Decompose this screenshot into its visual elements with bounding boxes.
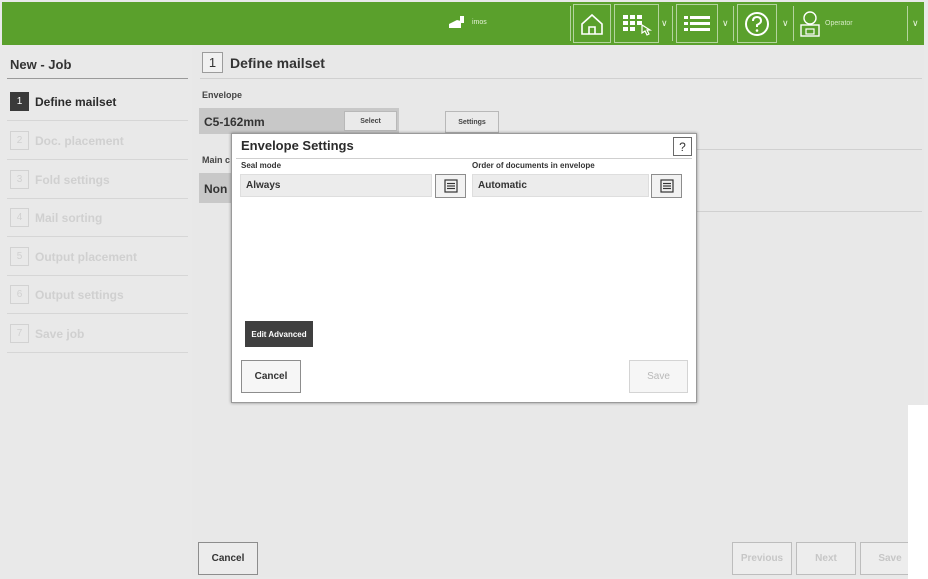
app-window: imos ∨ ∨ ∨ Operator ∨ New - Job 1 Define… [0, 0, 928, 579]
help-circle-icon [745, 11, 769, 36]
step-number: 4 [10, 208, 29, 227]
select-envelope-button[interactable]: Select [344, 111, 397, 131]
chevron-down-icon[interactable]: ∨ [912, 19, 919, 28]
operator-icon [800, 10, 820, 37]
brand-name: imos [472, 18, 487, 26]
step-mail-sorting: 4 Mail sorting [7, 199, 188, 237]
divider [672, 6, 673, 41]
seal-mode-value: Always [246, 180, 281, 191]
chevron-down-icon[interactable]: ∨ [782, 19, 789, 28]
divider [697, 149, 922, 150]
list-icon [443, 179, 458, 193]
chevron-down-icon[interactable]: ∨ [661, 19, 668, 28]
step-label: Mail sorting [35, 210, 103, 225]
list-icon [684, 15, 710, 31]
step-label: Fold settings [35, 172, 110, 187]
divider [200, 78, 922, 79]
page-step-number: 1 [202, 52, 223, 73]
step-number: 7 [10, 324, 29, 343]
envelope-settings-dialog: Envelope Settings ? Seal mode Always Ord… [231, 133, 697, 403]
jobs-button[interactable] [614, 4, 659, 43]
page-title: Define mailset [230, 55, 325, 71]
dialog-title: Envelope Settings [241, 138, 354, 153]
step-output-settings: 6 Output settings [7, 276, 188, 314]
step-label: Define mailset [35, 94, 117, 109]
step-save-job: 7 Save job [7, 315, 188, 353]
previous-button[interactable]: Previous [732, 542, 792, 575]
sidebar-title: New - Job [10, 57, 72, 72]
envelope-value: C5-162mm [204, 115, 265, 129]
dialog-save-button[interactable]: Save [629, 360, 688, 393]
step-fold-settings: 3 Fold settings [7, 161, 188, 199]
seal-mode-field[interactable]: Always [240, 174, 432, 197]
step-number: 2 [10, 131, 29, 150]
seal-mode-label: Seal mode [241, 161, 282, 170]
divider [236, 158, 692, 159]
top-bar: imos ∨ ∨ ∨ Operator ∨ [2, 2, 924, 45]
divider [697, 211, 922, 212]
divider [7, 78, 188, 79]
cancel-button[interactable]: Cancel [198, 542, 258, 575]
step-label: Save job [35, 326, 85, 341]
brand: imos [448, 15, 487, 29]
list-button[interactable] [676, 4, 718, 43]
list-icon [659, 179, 674, 193]
next-button[interactable]: Next [796, 542, 856, 575]
step-number: 5 [10, 247, 29, 266]
envelope-label: Envelope [202, 90, 243, 100]
divider [733, 6, 734, 41]
step-number: 3 [10, 170, 29, 189]
blank-area [908, 405, 928, 579]
chevron-down-icon[interactable]: ∨ [722, 19, 729, 28]
edit-advanced-button[interactable]: Edit Advanced [245, 321, 313, 347]
document-order-field[interactable]: Automatic [472, 174, 649, 197]
document-order-label: Order of documents in envelope [472, 161, 595, 170]
step-label: Output settings [35, 287, 124, 302]
sidebar: New - Job 1 Define mailset 2 Doc. placem… [2, 45, 192, 577]
imos-logo-icon [449, 16, 464, 28]
step-define-mailset[interactable]: 1 Define mailset [7, 83, 188, 121]
divider [907, 6, 908, 41]
dialog-cancel-button[interactable]: Cancel [241, 360, 301, 393]
help-button[interactable] [737, 4, 777, 43]
step-number: 1 [10, 92, 29, 111]
grid-hand-icon [622, 14, 652, 36]
seal-mode-list-button[interactable] [435, 174, 466, 198]
document-order-list-button[interactable] [651, 174, 682, 198]
divider [570, 6, 571, 41]
step-output-placement: 5 Output placement [7, 238, 188, 276]
step-label: Output placement [35, 249, 138, 264]
help-icon[interactable]: ? [673, 137, 692, 156]
document-order-value: Automatic [478, 180, 527, 191]
step-number: 6 [10, 285, 29, 304]
step-label: Doc. placement [35, 133, 124, 148]
divider [793, 6, 794, 41]
home-icon [581, 13, 603, 35]
main-document-label: Main c [202, 155, 231, 165]
operator-label: Operator [825, 20, 853, 27]
step-doc-placement: 2 Doc. placement [7, 122, 188, 160]
envelope-settings-button[interactable]: Settings [445, 111, 499, 133]
home-button[interactable] [573, 4, 611, 43]
main-document-value: Non [204, 182, 228, 196]
